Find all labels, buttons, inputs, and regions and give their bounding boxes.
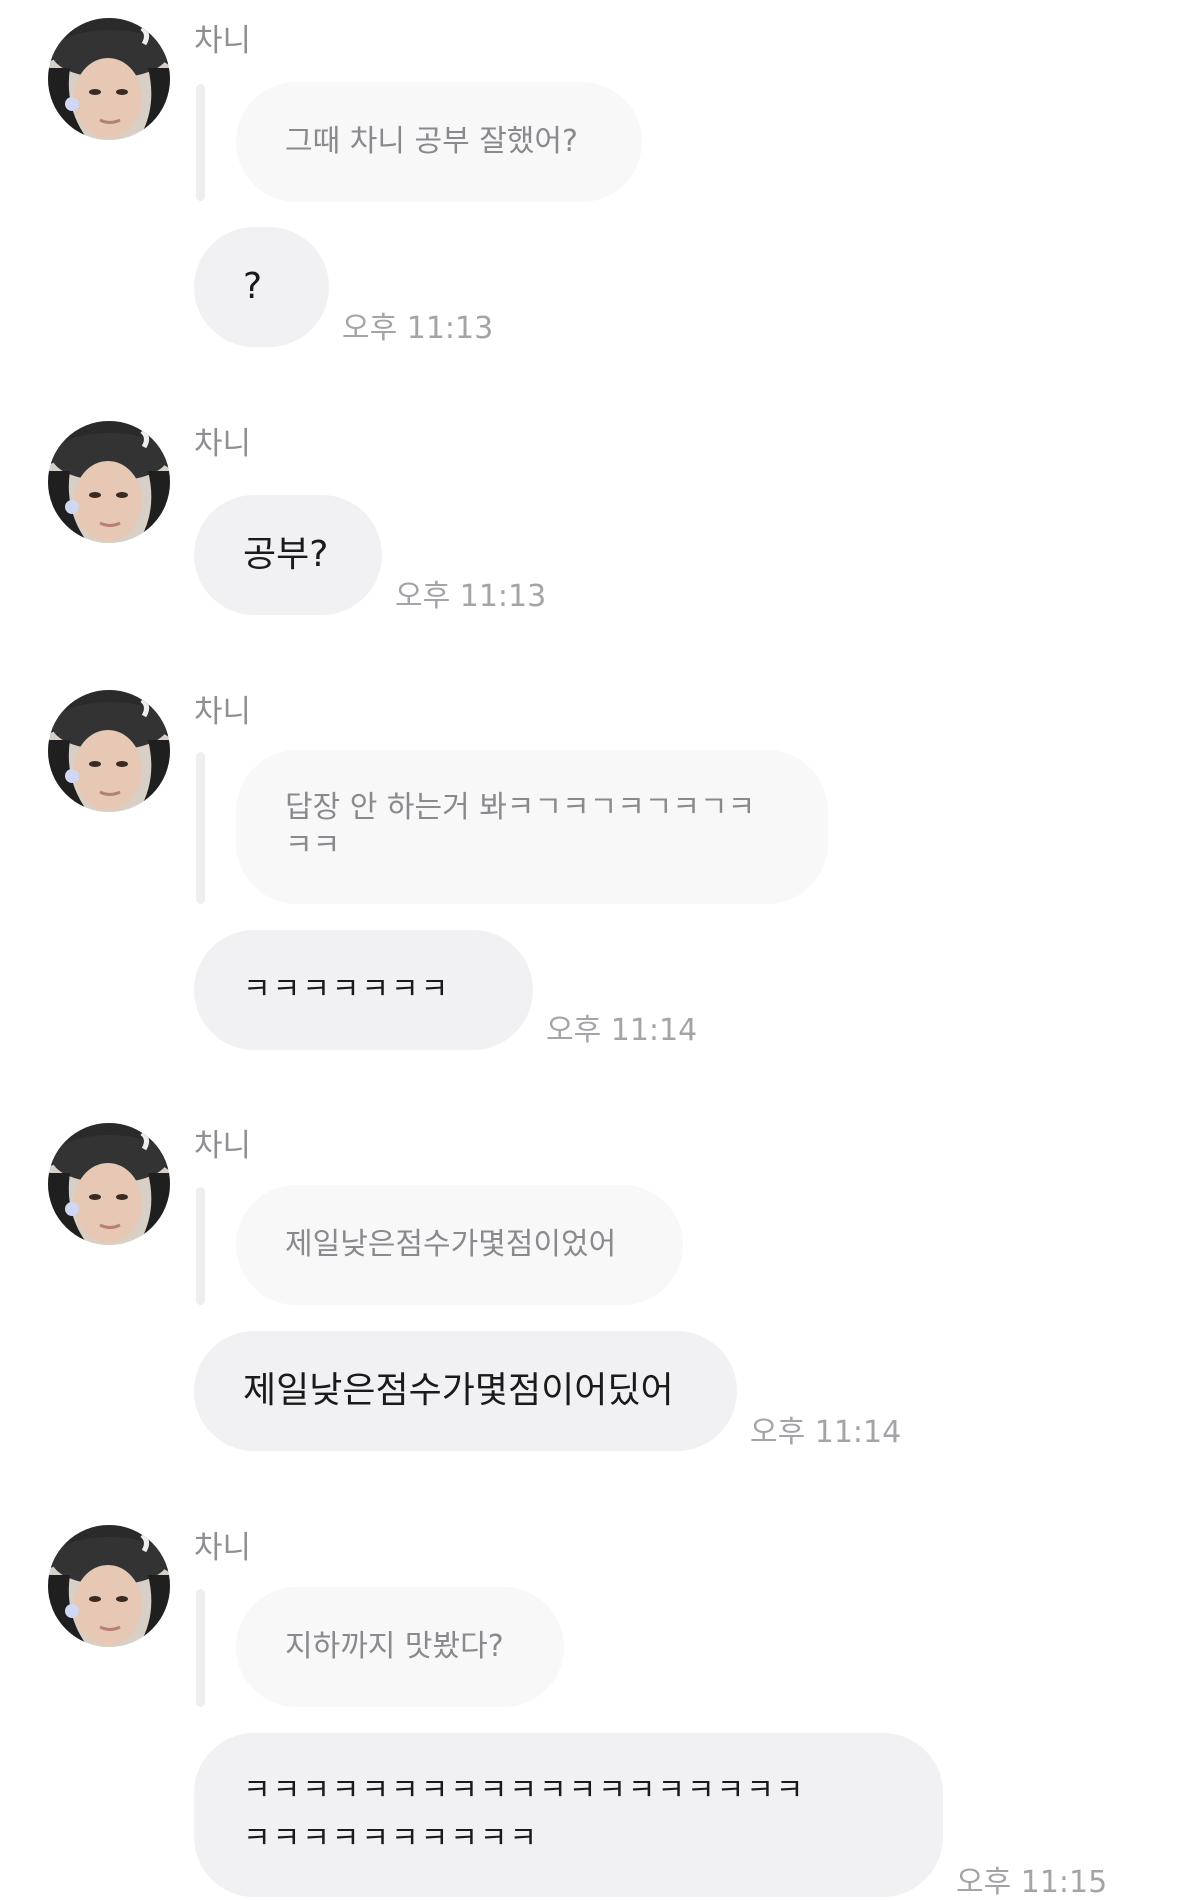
avatar[interactable]	[48, 421, 170, 543]
message-text: 제일낮은점수가몇점이어딨어	[243, 1370, 674, 1411]
quoted-text: 제일낮은점수가몇점이었어	[285, 1227, 617, 1262]
quoted-text: 그때 차니 공부 잘했어?	[285, 124, 578, 159]
quote-bar	[196, 1187, 205, 1305]
quoted-message[interactable]: 그때 차니 공부 잘했어?	[236, 82, 642, 202]
sender-name: 차니	[194, 694, 252, 730]
avatar[interactable]	[48, 1525, 170, 1647]
avatar-photo-icon	[48, 690, 170, 812]
quoted-message[interactable]: 답장 안 하는거 봐ㅋㄱㅋㄱㅋㄱㅋㄱㅋ ㅋㅋ	[236, 750, 828, 904]
avatar[interactable]	[48, 1123, 170, 1245]
message-bubble[interactable]: ?	[194, 227, 329, 347]
quote-bar	[196, 84, 205, 201]
quote-bar	[196, 1589, 205, 1707]
sender-name: 차니	[194, 426, 252, 462]
message-text: ?	[243, 266, 263, 307]
message-timestamp: 오후 11:15	[956, 1865, 1108, 1900]
message-bubble[interactable]: ㅋㅋㅋㅋㅋㅋㅋ	[194, 930, 533, 1050]
quoted-text: 지하까지 맛봤다?	[285, 1629, 504, 1664]
message-timestamp: 오후 11:13	[342, 311, 494, 346]
quoted-text: 답장 안 하는거 봐ㅋㄱㅋㄱㅋㄱㅋㄱㅋ ㅋㅋ	[285, 790, 756, 863]
sender-name: 차니	[194, 23, 252, 59]
message-bubble[interactable]: 공부?	[194, 495, 382, 615]
avatar[interactable]	[48, 690, 170, 812]
quote-bar	[196, 752, 205, 904]
message-text: ㅋㅋㅋㅋㅋㅋㅋㅋㅋㅋㅋㅋㅋㅋㅋㅋㅋㅋㅋ ㅋㅋㅋㅋㅋㅋㅋㅋㅋㅋ	[243, 1773, 806, 1856]
message-timestamp: 오후 11:14	[750, 1415, 902, 1450]
message-timestamp: 오후 11:13	[395, 579, 547, 614]
sender-name: 차니	[194, 1128, 252, 1164]
message-bubble[interactable]: ㅋㅋㅋㅋㅋㅋㅋㅋㅋㅋㅋㅋㅋㅋㅋㅋㅋㅋㅋ ㅋㅋㅋㅋㅋㅋㅋㅋㅋㅋ	[194, 1733, 943, 1897]
quoted-message[interactable]: 제일낮은점수가몇점이었어	[236, 1185, 683, 1305]
message-bubble[interactable]: 제일낮은점수가몇점이어딨어	[194, 1331, 737, 1451]
avatar-photo-icon	[48, 421, 170, 543]
sender-name: 차니	[194, 1530, 252, 1566]
avatar-photo-icon	[48, 1525, 170, 1647]
quoted-message[interactable]: 지하까지 맛봤다?	[236, 1587, 564, 1707]
message-text: 공부?	[243, 534, 329, 575]
avatar[interactable]	[48, 18, 170, 140]
message-timestamp: 오후 11:14	[546, 1013, 698, 1048]
avatar-photo-icon	[48, 18, 170, 140]
message-text: ㅋㅋㅋㅋㅋㅋㅋ	[243, 972, 451, 1007]
avatar-photo-icon	[48, 1123, 170, 1245]
